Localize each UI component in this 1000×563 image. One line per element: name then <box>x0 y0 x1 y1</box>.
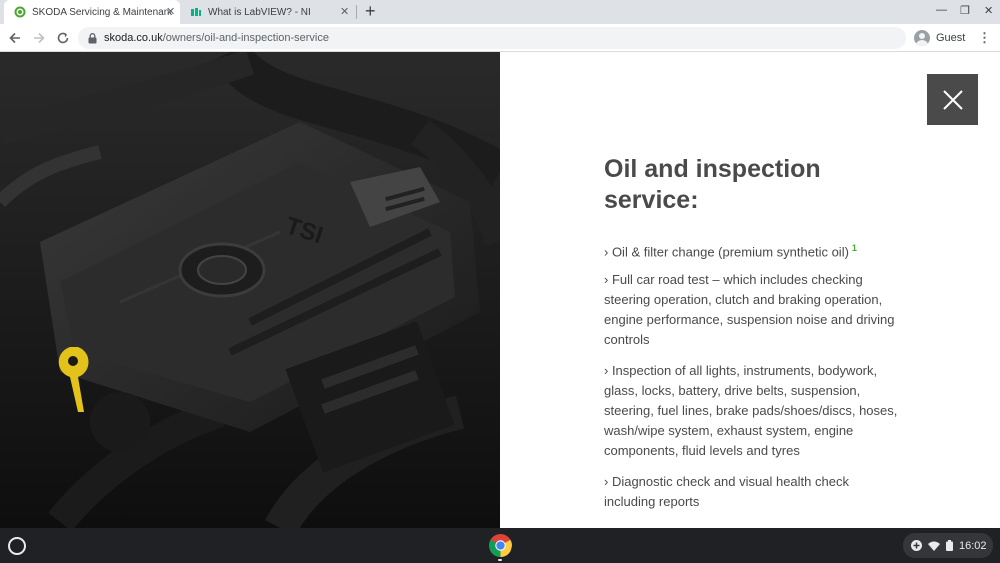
tab-skoda[interactable]: ŠKODA Servicing & Maintenance ✕ <box>4 0 180 24</box>
running-indicator <box>498 559 502 561</box>
new-tab-button[interactable]: + <box>365 1 376 22</box>
tab-labview[interactable]: What is LabVIEW? - NI ✕ <box>180 0 356 24</box>
more-menu-icon[interactable]: ⋮ <box>978 30 991 46</box>
battery-icon <box>946 540 953 551</box>
service-item-text: › Oil & filter change (premium synthetic… <box>604 244 849 260</box>
url-path: /owners/oil-and-inspection-service <box>162 32 329 44</box>
skoda-logo-icon <box>14 6 26 18</box>
page-content: TSI Oil and inspection service: › Oil & … <box>0 52 1000 528</box>
page-title: Oil and inspection service: <box>604 155 821 214</box>
tab-title: ŠKODA Servicing & Maintenance <box>32 6 172 18</box>
wifi-icon <box>928 541 940 551</box>
service-item: › Full car road test – which includes ch… <box>604 272 895 347</box>
service-item: › Diagnostic check and visual health che… <box>604 474 849 509</box>
lock-icon <box>88 32 98 44</box>
profile-button[interactable]: Guest <box>912 27 972 49</box>
engine-image: TSI <box>0 52 500 528</box>
launcher-icon[interactable] <box>8 537 26 555</box>
status-tray[interactable]: 16:02 <box>903 533 993 558</box>
ni-logo-icon <box>190 6 202 18</box>
close-panel-button[interactable] <box>927 74 978 125</box>
browser-toolbar: skoda.co.uk/owners/oil-and-inspection-se… <box>0 24 1000 52</box>
os-shelf: 16:02 <box>0 528 1000 563</box>
chrome-app-icon[interactable] <box>488 533 513 558</box>
clock-time: 16:02 <box>959 539 987 552</box>
guest-avatar-icon <box>914 30 930 46</box>
add-circle-icon <box>911 540 922 551</box>
tab-strip: ŠKODA Servicing & Maintenance ✕ What is … <box>0 0 1000 24</box>
footnote-link[interactable]: 1 <box>852 243 857 253</box>
profile-label: Guest <box>936 32 966 44</box>
minimize-icon[interactable]: — <box>936 4 947 16</box>
close-window-icon[interactable]: ✕ <box>984 4 993 17</box>
restore-icon[interactable]: ❐ <box>960 4 970 17</box>
tab-title: What is LabVIEW? - NI <box>208 6 311 18</box>
close-tab-icon[interactable]: ✕ <box>340 5 349 18</box>
back-arrow-icon[interactable] <box>6 29 24 47</box>
tab-separator <box>356 5 357 19</box>
address-bar[interactable]: skoda.co.uk/owners/oil-and-inspection-se… <box>78 27 906 49</box>
close-icon <box>942 89 963 110</box>
service-item: › Inspection of all lights, instruments,… <box>604 363 898 458</box>
url-domain: skoda.co.uk <box>104 32 163 44</box>
forward-arrow-icon[interactable] <box>30 29 48 47</box>
reload-icon[interactable] <box>54 29 72 47</box>
close-tab-icon[interactable]: ✕ <box>166 5 175 18</box>
service-item: › Oil & filter change (premium synthetic… <box>604 238 900 262</box>
